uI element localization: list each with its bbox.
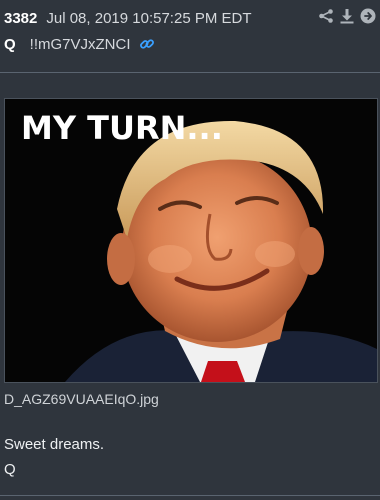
link-icon[interactable] [139,36,155,52]
author-name: Q [4,35,16,53]
share-icon[interactable] [318,8,334,24]
tripcode: !!mG7VJxZNCI [29,35,131,53]
post-bottom-divider [0,495,380,496]
download-icon[interactable] [339,8,355,24]
meme-image: MY TURN... [5,99,377,382]
next-arrow-icon[interactable] [360,8,376,24]
post-header: 3382 Jul 08, 2019 10:57:25 PM EDT Q !!mG… [0,0,380,60]
post-actions [318,8,376,24]
post-message: Sweet dreams. [4,436,105,453]
header-divider [0,72,380,73]
post-signature: Q [4,461,16,478]
post-author-row: Q !!mG7VJxZNCI [4,34,155,54]
post-image[interactable]: MY TURN... [4,98,378,383]
post-meta-row: 3382 Jul 08, 2019 10:57:25 PM EDT [4,8,252,28]
image-filename[interactable]: D_AGZ69VUAAEIqO.jpg [4,391,159,407]
post-number[interactable]: 3382 [4,10,37,27]
post-timestamp: Jul 08, 2019 10:57:25 PM EDT [46,9,252,27]
meme-overlay-text: MY TURN... [21,109,223,147]
